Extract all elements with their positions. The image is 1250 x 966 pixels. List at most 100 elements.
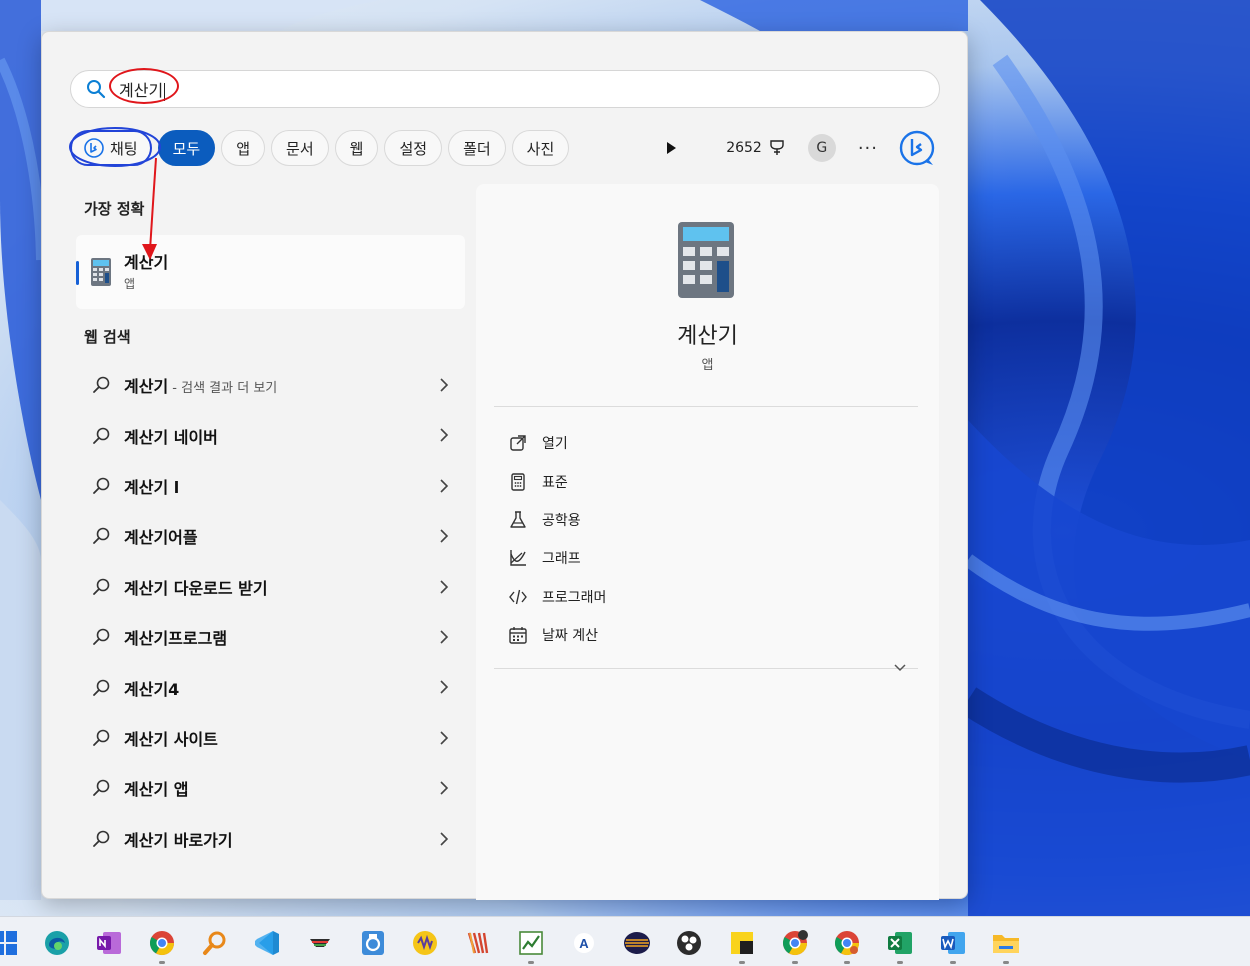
list-item-subtext: - 검색 결과 더 보기 [168, 381, 278, 397]
app-icon[interactable] [303, 926, 337, 960]
play-icon[interactable] [664, 141, 678, 155]
action-programmer[interactable]: 프로그래머 [508, 578, 606, 616]
list-item-label: 계산기어플 [124, 528, 198, 548]
best-match-result[interactable]: 계산기 앱 [76, 235, 465, 309]
tab-apps[interactable]: 앱 [221, 130, 266, 166]
search-icon [93, 578, 110, 595]
chrome-icon[interactable] [830, 926, 864, 964]
list-item-label: 계산기 다운로드 받기 [124, 578, 268, 598]
tab-settings-label: 설정 [399, 139, 428, 158]
list-item[interactable]: 계산기 사이트 [82, 713, 450, 763]
chevron-right-icon [440, 630, 449, 644]
flask-icon [510, 511, 526, 528]
action-date-calc[interactable]: 날짜 계산 [508, 616, 606, 654]
web-search-title: 웹 검색 [84, 328, 131, 346]
tab-documents[interactable]: 문서 [271, 130, 329, 166]
chrome-icon[interactable] [778, 926, 812, 964]
edge-icon[interactable] [40, 926, 74, 960]
chat-button[interactable]: 채팅 [70, 130, 152, 166]
divider [494, 668, 918, 669]
graph-icon [510, 550, 526, 567]
detail-app-name: 계산기 [677, 324, 738, 349]
rewards-points[interactable]: 2652 [726, 139, 786, 157]
search-icon [93, 830, 110, 847]
detail-actions: 열기 표준 공학용 그래프 프로그래머 날짜 계산 [508, 424, 606, 654]
list-item[interactable]: 계산기어플 [82, 511, 450, 561]
search-icon [93, 477, 110, 494]
code-icon [509, 589, 527, 604]
magnifier-icon[interactable] [198, 926, 232, 960]
list-item-text: 계산기 [124, 377, 169, 397]
app-icon[interactable] [356, 926, 390, 960]
rewards-icon [770, 140, 784, 155]
list-item[interactable]: 계산기 l [82, 461, 450, 511]
tab-apps-label: 앱 [236, 139, 251, 158]
tab-all[interactable]: 모두 [157, 130, 216, 166]
selection-indicator [76, 261, 79, 285]
tab-photos-label: 사진 [526, 139, 555, 158]
avatar[interactable]: G [807, 134, 836, 162]
vscode-icon[interactable] [250, 926, 284, 960]
filter-bar: 채팅 모두 앱 문서 웹 설정 폴더 사진 2652 G ··· [70, 128, 940, 168]
search-input[interactable]: 계산기 [70, 68, 940, 108]
tab-web[interactable]: 웹 [334, 130, 379, 166]
list-item-label: 계산기 - 검색 결과 더 보기 [124, 373, 277, 397]
tab-photos[interactable]: 사진 [511, 130, 570, 166]
search-icon [93, 427, 110, 444]
obs-icon[interactable] [672, 926, 706, 960]
chevron-right-icon [440, 479, 449, 493]
action-graph[interactable]: 그래프 [508, 539, 606, 577]
chat-label: 채팅 [110, 139, 138, 158]
app-icon[interactable] [514, 926, 548, 964]
search-panel: 계산기 채팅 모두 앱 문서 웹 설정 폴더 사진 2652 G ··· 가장 … [41, 31, 968, 900]
list-item[interactable]: 계산기4 [82, 662, 450, 712]
list-item-label: 계산기 사이트 [124, 729, 218, 749]
tab-documents-label: 문서 [286, 139, 314, 158]
app-icon[interactable] [462, 926, 496, 960]
search-icon [87, 80, 106, 99]
more-options-button[interactable]: ··· [858, 138, 878, 159]
windows-start-icon[interactable] [0, 926, 22, 960]
search-icon [93, 679, 110, 696]
app-icon[interactable]: A [567, 926, 601, 960]
detail-pane: 계산기 앱 열기 표준 공학용 그래프 프로그래머 날짜 계산 [476, 184, 939, 900]
chevron-right-icon [440, 579, 449, 594]
action-standard[interactable]: 표준 [508, 462, 606, 500]
list-item[interactable]: 계산기 다운로드 받기 [82, 562, 450, 612]
word-icon[interactable] [936, 926, 970, 964]
calculator-icon [511, 472, 525, 491]
list-item-label: 계산기 l [124, 477, 180, 497]
action-scientific[interactable]: 공학용 [508, 501, 606, 539]
onenote-icon[interactable] [92, 926, 126, 960]
list-item-label: 계산기프로그램 [124, 629, 228, 649]
chevron-right-icon [440, 781, 449, 795]
tab-folders[interactable]: 폴더 [448, 130, 506, 166]
action-open[interactable]: 열기 [508, 424, 606, 462]
app-icon[interactable] [620, 926, 654, 960]
file-explorer-icon[interactable] [989, 926, 1023, 964]
list-item[interactable]: 계산기 앱 [82, 763, 450, 813]
action-scientific-label: 공학용 [542, 512, 581, 529]
list-item[interactable]: 계산기 바로가기 [82, 814, 450, 864]
tab-all-label: 모두 [172, 139, 201, 158]
calculator-app-icon [678, 222, 734, 298]
app-icon[interactable] [408, 926, 442, 960]
list-item[interactable]: 계산기 - 검색 결과 더 보기 [82, 360, 450, 410]
tab-settings[interactable]: 설정 [384, 130, 443, 166]
sticky-notes-icon[interactable] [725, 926, 759, 964]
excel-icon[interactable] [883, 926, 917, 964]
search-icon [93, 729, 110, 746]
chevron-right-icon [440, 680, 449, 694]
chevron-down-icon[interactable] [892, 662, 908, 674]
divider [494, 406, 918, 407]
chrome-icon[interactable] [145, 926, 179, 964]
bing-chat-icon[interactable] [898, 129, 936, 167]
best-match-app-name: 계산기 [124, 253, 169, 272]
action-programmer-label: 프로그래머 [542, 589, 607, 606]
search-icon [93, 528, 110, 545]
tab-web-label: 웹 [349, 139, 364, 158]
avatar-letter: G [816, 140, 828, 156]
list-item[interactable]: 계산기 네이버 [82, 410, 450, 460]
list-item[interactable]: 계산기프로그램 [82, 612, 450, 662]
svg-text:A: A [579, 936, 589, 951]
